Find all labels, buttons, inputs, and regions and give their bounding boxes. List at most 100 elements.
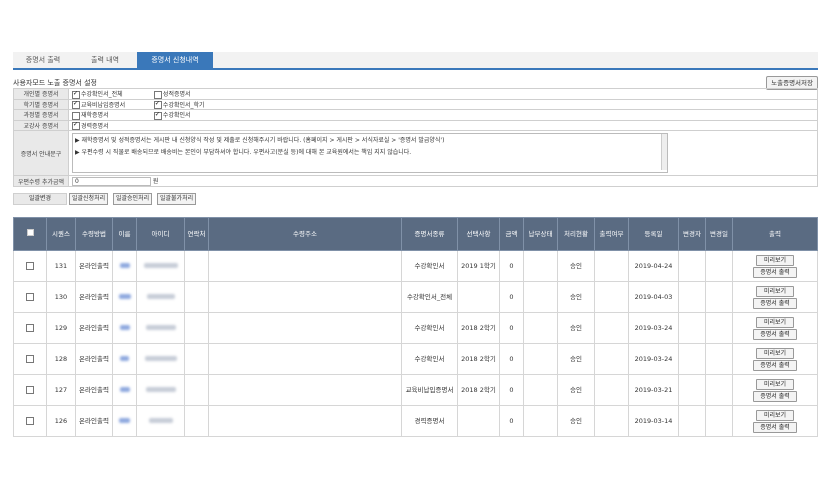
table-row[interactable]: 126 온라인출력 경력증명서 0 승인 2019-03-14 미리보기 증명서 출력	[13, 405, 818, 437]
phone-cell	[184, 281, 209, 313]
table-row[interactable]: 128 온라인출력 수강확인서 2018 2학기 0 승인 2019-03-24 미리보기 증명…	[13, 343, 818, 375]
header-cell: 수령방법	[75, 217, 113, 251]
checkbox[interactable]	[72, 101, 80, 109]
print-certificate-button[interactable]: 증명서 출력	[753, 359, 797, 371]
print-cell: 미리보기 증명서 출력	[732, 405, 818, 437]
amount-cell: 0	[499, 281, 524, 313]
guide-textarea[interactable]: ▶ 재학증명서 및 성적증명서는 게시판 내 신청양식 작성 및 제출로 신청해…	[72, 133, 668, 173]
settings-title: 사용자모드 노출 증명서 설정	[13, 79, 97, 87]
payment-cell	[523, 405, 558, 437]
textarea-scrollbar[interactable]	[661, 134, 667, 170]
payment-cell	[523, 374, 558, 406]
row-checkbox[interactable]	[25, 416, 34, 425]
redacted-name[interactable]	[119, 417, 130, 423]
editor-cell	[678, 250, 706, 282]
bulk-request-button[interactable]: 일괄신청처리	[69, 193, 109, 205]
row-checkbox[interactable]	[25, 292, 34, 301]
row-checkbox[interactable]	[25, 385, 34, 394]
print-certificate-button[interactable]: 증명서 출력	[753, 297, 797, 309]
bulk-approve-button[interactable]: 일괄승인처리	[113, 193, 153, 205]
option-label: 경력증명서	[81, 122, 109, 130]
redacted-name[interactable]	[119, 324, 130, 330]
print-certificate-button[interactable]: 증명서 출력	[753, 390, 797, 402]
checkbox[interactable]	[72, 122, 80, 130]
name-cell[interactable]	[112, 281, 137, 313]
preview-button[interactable]: 미리보기	[756, 409, 794, 421]
row-checkbox[interactable]	[25, 261, 34, 270]
print-cell: 미리보기 증명서 출력	[732, 374, 818, 406]
tab-print-history[interactable]: 출력 내역	[75, 52, 135, 68]
table-row[interactable]: 129 온라인출력 수강확인서 2018 2학기 0 승인 2019-03-24 미리보기 증명…	[13, 312, 818, 344]
edit-date-cell	[705, 343, 733, 375]
tab-request-history[interactable]: 증명서 신청내역	[137, 52, 213, 68]
name-cell[interactable]	[112, 405, 137, 437]
select-all-header[interactable]	[13, 217, 47, 251]
edit-date-cell	[705, 374, 733, 406]
name-cell[interactable]	[112, 250, 137, 282]
option-label: 수강확인서_전체	[81, 91, 123, 98]
redacted-id	[144, 355, 177, 361]
redacted-id	[145, 324, 176, 330]
type-cell: 경력증명서	[401, 405, 458, 437]
redacted-name[interactable]	[119, 386, 130, 392]
name-cell[interactable]	[112, 312, 137, 344]
phone-cell	[184, 374, 209, 406]
method-cell: 온라인출력	[75, 312, 113, 344]
amount-cell: 0	[499, 343, 524, 375]
preview-button[interactable]: 미리보기	[756, 378, 794, 390]
redacted-id	[146, 293, 175, 299]
header-cell: 납부상태	[523, 217, 558, 251]
preview-button[interactable]: 미리보기	[756, 347, 794, 359]
table-row[interactable]: 130 온라인출력 수강확인서_전체 0 승인 2019-04-03 미리보기 증명서 출력	[13, 281, 818, 313]
checkbox[interactable]	[153, 101, 162, 109]
postal-amount-input[interactable]: 0	[72, 177, 151, 186]
redacted-name[interactable]	[118, 293, 131, 299]
options-cell: 재학증명서 수강확인서	[68, 109, 818, 121]
printed-cell	[594, 343, 629, 375]
print-cell: 미리보기 증명서 출력	[732, 281, 818, 313]
date-cell: 2019-03-24	[628, 312, 679, 344]
select-all-checkbox[interactable]	[26, 229, 34, 236]
row-checkbox[interactable]	[25, 323, 34, 332]
method-cell: 온라인출력	[75, 250, 113, 282]
table-row[interactable]: 127 온라인출력 교육비납입증명서 2018 2학기 0 승인 2019-03-21 미리보…	[13, 374, 818, 406]
checkbox[interactable]	[153, 111, 162, 120]
row-select-cell	[13, 281, 47, 313]
editor-cell	[678, 281, 706, 313]
print-certificate-button[interactable]: 증명서 출력	[753, 266, 797, 278]
print-certificate-button[interactable]: 증명서 출력	[753, 421, 797, 433]
postal-cell: 0 원	[68, 175, 818, 187]
bulk-reject-button[interactable]: 일괄불가처리	[157, 193, 197, 205]
edit-date-cell	[705, 281, 733, 313]
preview-button[interactable]: 미리보기	[756, 316, 794, 328]
header-cell: 등록일	[628, 217, 679, 251]
amount-cell: 0	[499, 312, 524, 344]
options-cell: 수강확인서_전체 성적증명서	[68, 88, 818, 100]
checkbox[interactable]	[72, 111, 80, 120]
method-cell: 온라인출력	[75, 343, 113, 375]
checkbox[interactable]	[153, 90, 162, 99]
tab-bar: 증명서 출력 출력 내역 증명서 신청내역	[13, 52, 818, 70]
status-cell: 승인	[557, 250, 595, 282]
tab-print[interactable]: 증명서 출력	[13, 52, 73, 68]
settings-table: 개인별 증명서 수강확인서_전체 성적증명서 학기별 증명서 교육비납입증명서 …	[13, 88, 818, 187]
header-cell: 변경일	[705, 217, 733, 251]
status-cell: 승인	[557, 281, 595, 313]
redacted-name[interactable]	[120, 355, 129, 361]
row-checkbox[interactable]	[25, 354, 34, 363]
id-cell	[136, 374, 185, 406]
redacted-name[interactable]	[119, 262, 130, 268]
preview-button[interactable]: 미리보기	[756, 285, 794, 297]
option-cell: 2018 2학기	[457, 343, 500, 375]
print-certificate-button[interactable]: 증명서 출력	[753, 328, 797, 340]
name-cell[interactable]	[112, 343, 137, 375]
header-cell: 출력	[732, 217, 818, 251]
option-cell: 2018 2학기	[457, 312, 500, 344]
option-cell	[457, 281, 500, 313]
date-cell: 2019-03-24	[628, 343, 679, 375]
method-cell: 온라인출력	[75, 374, 113, 406]
name-cell[interactable]	[112, 374, 137, 406]
preview-button[interactable]: 미리보기	[756, 254, 794, 266]
table-row[interactable]: 131 온라인출력 수강확인서 2019 1학기 0 승인 2019-04-24 미리보기 증명…	[13, 250, 818, 282]
checkbox[interactable]	[72, 90, 80, 99]
